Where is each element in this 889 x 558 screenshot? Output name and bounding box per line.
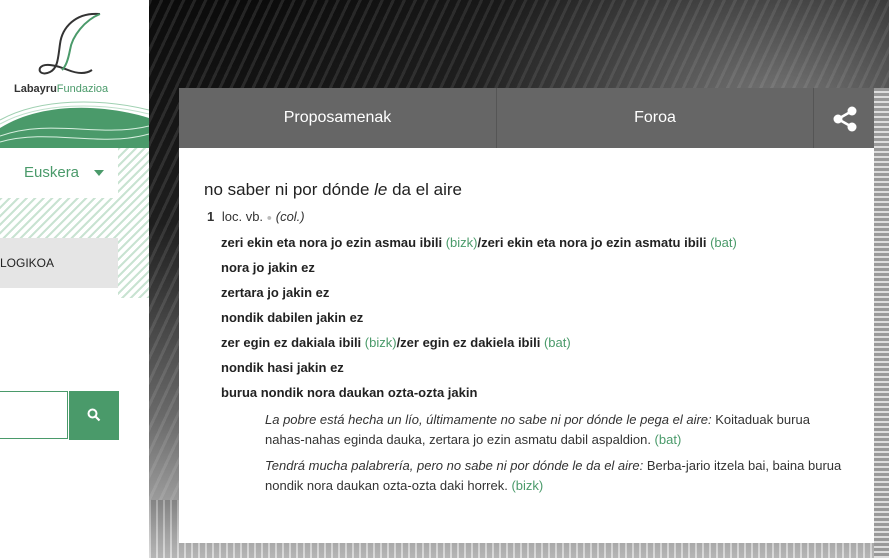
equivalent-text: zer egin ez dakiala ibili — [221, 335, 362, 350]
dialect-tag: (bat) — [650, 432, 682, 447]
equivalent-text: nondik dabilen jakin ez — [221, 310, 364, 325]
equivalent-item: nora jo jakin ez — [221, 260, 315, 275]
background-photo-edge — [874, 88, 889, 558]
dialect-tag: (bizk) — [507, 478, 544, 493]
sidebar-nav-label: LOGIKOA — [0, 256, 55, 270]
example-spanish: Tendrá mucha palabrería, pero no sabe ni… — [265, 458, 644, 473]
equivalent-item: nondik hasi jakin ez — [221, 360, 344, 375]
equivalent-text: nora jo jakin ez — [221, 260, 315, 275]
sidebar: LabayruFundazioa Euskera LOGIKOA — [0, 0, 149, 558]
equivalent-text: nondik hasi jakin ez — [221, 360, 344, 375]
equivalent-text: zertara jo jakin ez — [221, 285, 330, 300]
equivalent-text: /zer egin ez dakiela ibili — [396, 335, 541, 350]
panel-tabs: Proposamenak Foroa — [179, 88, 874, 148]
usage-example: Tendrá mucha palabrería, pero no sabe ni… — [265, 456, 845, 496]
language-select[interactable]: Euskera — [0, 148, 118, 199]
equivalent-text: zeri ekin eta nora jo ezin asmau ibili — [221, 235, 443, 250]
equivalent-text: /zeri ekin eta nora jo ezin asmatu ibili — [477, 235, 707, 250]
share-icon — [833, 106, 857, 132]
tab-label: Proposamenak — [283, 109, 392, 126]
dictionary-panel: Proposamenak Foroa no saber ni por dónde… — [179, 88, 874, 543]
language-selected: Euskera — [24, 164, 80, 181]
tab-label: Foroa — [634, 109, 676, 126]
entry-headword: no saber ni por dónde le da el aire — [204, 180, 463, 199]
equivalent-text: burua nondik nora daukan ozta-ozta jakin — [221, 385, 478, 400]
equivalent-item: zertara jo jakin ez — [221, 285, 329, 300]
chevron-down-icon — [94, 170, 104, 176]
equivalent-item: zeri ekin eta nora jo ezin asmau ibili (… — [221, 235, 737, 250]
search-icon — [87, 408, 101, 422]
decorative-hatch-band — [0, 198, 149, 238]
dialect-tag: (bizk) — [442, 235, 478, 250]
brand-name: LabayruFundazioa — [14, 83, 109, 95]
search-button[interactable] — [69, 391, 119, 440]
tab-foroa[interactable]: Foroa — [497, 88, 813, 148]
equivalent-item: zer egin ez dakiala ibili (bizk)/zer egi… — [221, 335, 571, 350]
dialect-tag: (bat) — [540, 335, 571, 350]
dialect-tag: (bat) — [706, 235, 737, 250]
example-spanish: La pobre está hecha un lío, últimamente … — [265, 412, 712, 427]
equivalent-item: nondik dabilen jakin ez — [221, 310, 363, 325]
share-button[interactable] — [813, 88, 875, 148]
sense-header: 1 loc. vb. ● (col.) — [207, 209, 305, 224]
equivalent-item: burua nondik nora daukan ozta-ozta jakin — [221, 385, 477, 400]
tab-proposamenak[interactable]: Proposamenak — [179, 88, 497, 148]
usage-example: La pobre está hecha un lío, últimamente … — [265, 410, 845, 450]
search-input[interactable] — [0, 391, 68, 439]
dialect-tag: (bizk) — [361, 335, 397, 350]
sidebar-nav-item[interactable]: LOGIKOA — [0, 238, 118, 288]
